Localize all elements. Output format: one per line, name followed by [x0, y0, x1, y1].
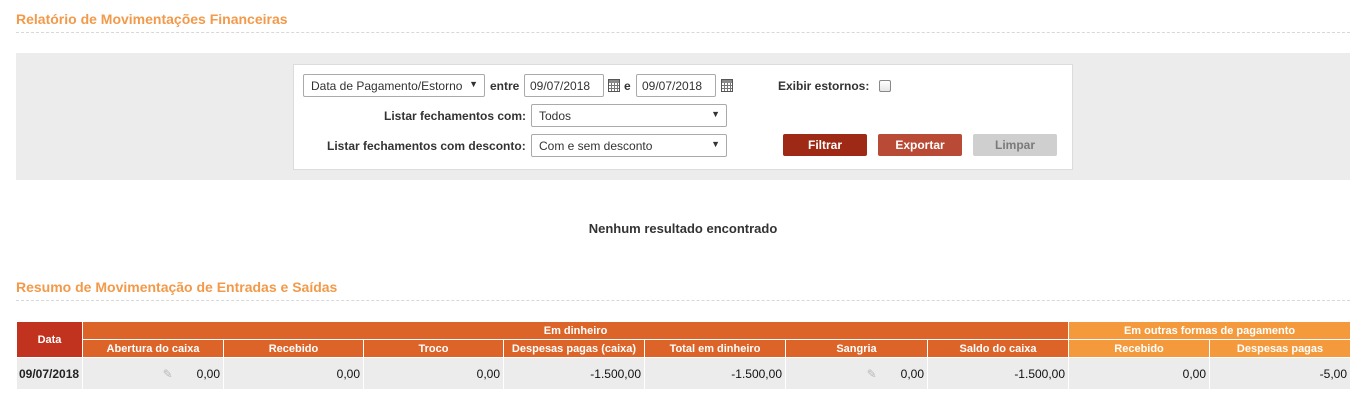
title-divider	[16, 32, 1350, 33]
header-withdrawal: Sangria	[785, 339, 928, 358]
cell-date: 09/07/2018	[16, 357, 83, 390]
chevron-down-icon: ▼	[711, 139, 720, 149]
closings-label: Listar fechamentos com:	[384, 109, 527, 123]
calendar-icon[interactable]	[721, 79, 733, 92]
discount-select[interactable]: Com e sem desconto ▼	[531, 134, 727, 157]
summary-divider	[16, 300, 1350, 301]
chevron-down-icon: ▼	[469, 79, 478, 89]
header-opening: Abertura do caixa	[82, 339, 224, 358]
cell-opening: ✎ 0,00	[82, 357, 224, 390]
show-reversals-label: Exibir estornos:	[778, 79, 870, 93]
cell-change: 0,00	[363, 357, 504, 390]
discount-label: Listar fechamentos com desconto:	[327, 139, 526, 153]
chevron-down-icon: ▼	[711, 109, 720, 119]
header-other-received: Recebido	[1068, 339, 1211, 358]
header-balance: Saldo do caixa	[926, 339, 1070, 358]
header-date: Data	[16, 321, 83, 358]
cell-opening-value: 0,00	[196, 366, 220, 381]
header-other-expenses: Despesas pagas	[1209, 339, 1352, 358]
summary-title: Resumo de Movimentação de Entradas e Saí…	[16, 279, 338, 295]
pencil-icon[interactable]: ✎	[867, 367, 877, 381]
discount-value: Com e sem desconto	[539, 139, 653, 153]
export-button[interactable]: Exportar	[878, 134, 962, 156]
header-change: Troco	[363, 339, 504, 358]
summary-table: Data Em dinheiro Em outras formas de pag…	[16, 321, 1352, 390]
closings-value: Todos	[539, 109, 572, 123]
cell-total-cash: -1.500,00	[644, 357, 786, 390]
between-label: entre	[490, 79, 520, 93]
table-row: 09/07/2018 ✎ 0,00 0,00 0,00 -1.500,00 -1.…	[16, 357, 1352, 390]
clear-button[interactable]: Limpar	[973, 134, 1057, 156]
cell-received: 0,00	[223, 357, 364, 390]
cell-balance: -1.500,00	[926, 357, 1070, 390]
pencil-icon[interactable]: ✎	[163, 367, 173, 381]
date-type-select[interactable]: Data de Pagamento/Estorno ▼	[303, 74, 485, 97]
header-other-group: Em outras formas de pagamento	[1068, 321, 1352, 340]
cell-expenses-cash: -1.500,00	[503, 357, 645, 390]
cell-other-received: 0,00	[1068, 357, 1211, 390]
filter-button[interactable]: Filtrar	[783, 134, 867, 156]
page-title: Relatório de Movimentações Financeiras	[16, 11, 288, 27]
cell-withdrawal-value: 0,00	[900, 366, 924, 381]
date-from-input[interactable]: 09/07/2018	[524, 74, 604, 97]
calendar-icon[interactable]	[608, 79, 620, 92]
header-received: Recebido	[223, 339, 364, 358]
closings-select[interactable]: Todos ▼	[531, 104, 727, 127]
cell-other-expenses: -5,00	[1209, 357, 1352, 390]
header-expenses-cash: Despesas pagas (caixa)	[503, 339, 645, 358]
header-total-cash: Total em dinheiro	[644, 339, 786, 358]
and-label: e	[624, 79, 631, 93]
cell-withdrawal: ✎ 0,00	[785, 357, 928, 390]
date-to-input[interactable]: 09/07/2018	[636, 74, 716, 97]
header-cash-group: Em dinheiro	[81, 321, 1070, 340]
no-result-message: Nenhum resultado encontrado	[588, 221, 778, 236]
date-type-value: Data de Pagamento/Estorno	[311, 79, 463, 93]
show-reversals-checkbox[interactable]	[879, 80, 891, 92]
